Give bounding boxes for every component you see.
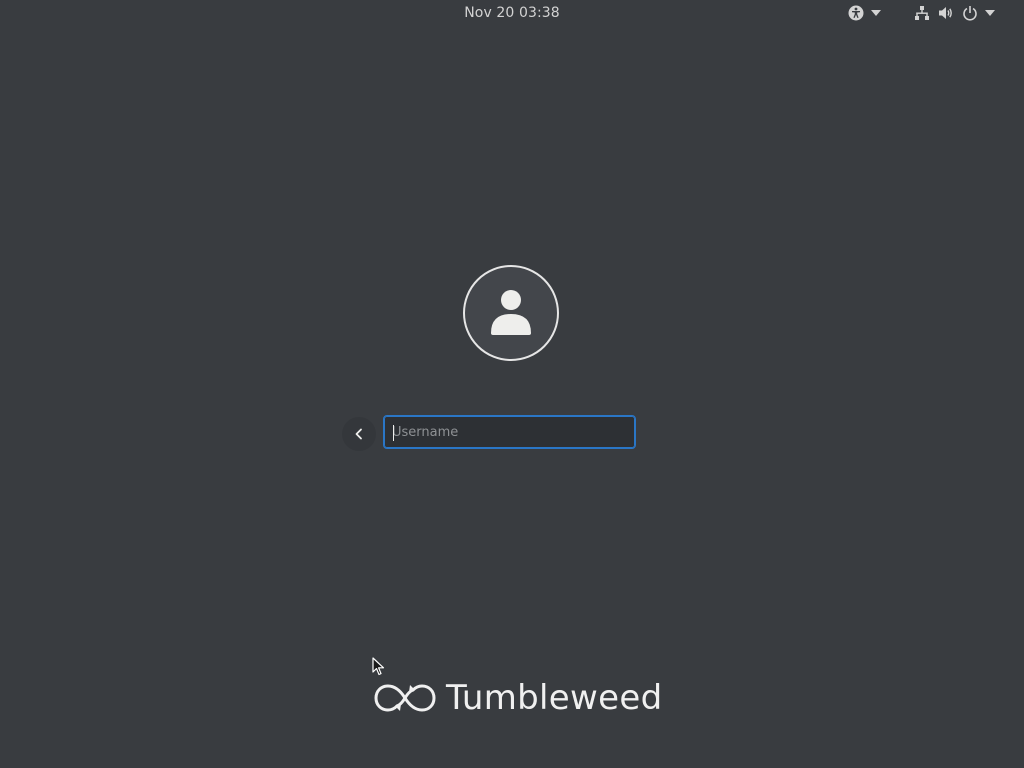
username-input[interactable]	[383, 415, 636, 449]
top-bar: Nov 20 03:38	[0, 0, 1024, 27]
network-wired-icon	[915, 6, 929, 20]
distro-logo: Tumbleweed	[374, 676, 662, 720]
audio-volume-icon	[939, 7, 952, 19]
distro-name: Tumbleweed	[446, 678, 663, 718]
avatar-default-icon	[491, 290, 531, 335]
chevron-down-icon	[871, 10, 881, 16]
clock-label[interactable]: Nov 20 03:38	[464, 5, 560, 21]
chevron-down-icon	[985, 10, 995, 16]
power-icon	[963, 6, 977, 21]
go-previous-icon	[355, 428, 362, 440]
system-menu[interactable]	[914, 4, 995, 22]
tumbleweed-infinity-logo	[374, 684, 436, 712]
mouse-pointer-icon	[372, 657, 385, 676]
avatar	[463, 265, 559, 361]
accessibility-menu[interactable]	[848, 4, 881, 22]
text-caret	[393, 425, 394, 441]
back-button[interactable]	[342, 417, 376, 451]
login-screen: Nov 20 03:38 Username Tumbleweed	[0, 0, 1024, 768]
accessibility-icon	[848, 5, 864, 21]
